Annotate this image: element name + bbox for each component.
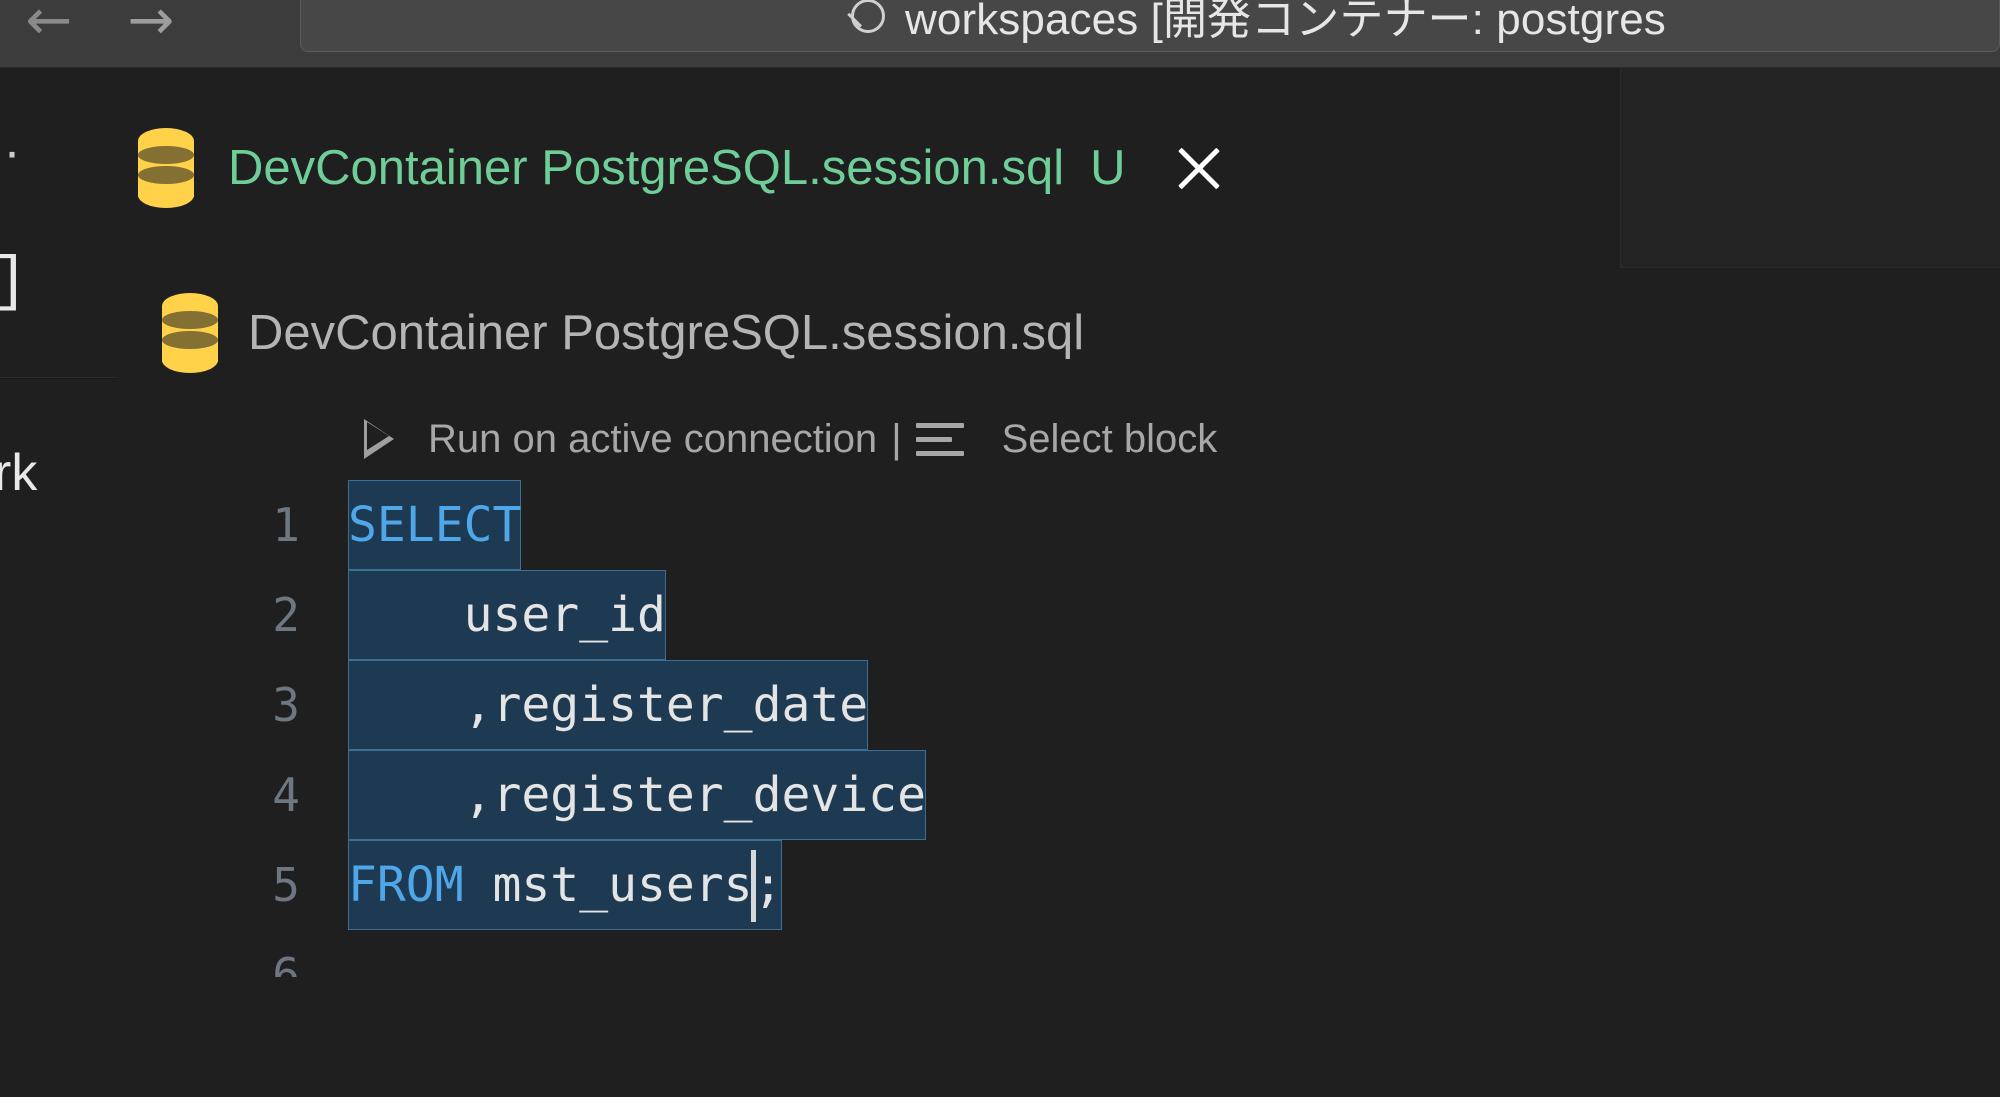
- code-line[interactable]: 1 SELECT: [116, 480, 2000, 570]
- code-line[interactable]: 5 FROM mst_users;: [116, 840, 2000, 930]
- code-lens-separator: |: [891, 417, 902, 461]
- code-line-content[interactable]: ,register_device: [348, 750, 2000, 840]
- code-line[interactable]: 4 ,register_device: [116, 750, 2000, 840]
- tab-dirty-indicator: U: [1090, 140, 1126, 195]
- code-lens-bar: Run on active connection | Select block: [116, 398, 2000, 480]
- editor-group: DevContainer PostgreSQL.session.sql U De…: [116, 68, 2000, 1097]
- code-token-identifier: ,register_date: [348, 677, 869, 733]
- tab-label: DevContainer PostgreSQL.session.sql: [228, 140, 1065, 195]
- sidebar-ellipsis-text: ··: [0, 123, 27, 181]
- code-token-keyword: SELECT: [348, 497, 522, 553]
- selection-highlight: user_id: [348, 570, 666, 660]
- database-icon: [162, 293, 218, 373]
- line-number: 5: [272, 858, 300, 912]
- vscode-window: ← → workspaces [開発コンテナー: postgres ·· ] r…: [0, 0, 2000, 1097]
- quick-input-bar[interactable]: workspaces [開発コンテナー: postgres: [300, 0, 2000, 52]
- sidebar: ·· ] rk: [0, 68, 116, 1097]
- arrow-right-icon[interactable]: →: [120, 0, 182, 52]
- code-line[interactable]: 3 ,register_date: [116, 660, 2000, 750]
- code-lens-run-label: Run on active connection: [428, 417, 878, 461]
- sidebar-section-upper: ·· ]: [0, 68, 116, 378]
- database-icon: [138, 128, 194, 208]
- play-icon: [364, 416, 408, 462]
- code-lens-select-block-label: Select block: [1001, 417, 1218, 461]
- title-bar: ← → workspaces [開発コンテナー: postgres: [0, 0, 2000, 68]
- editor-empty-space: [116, 977, 2000, 1097]
- code-token-identifier: mst_users: [463, 857, 753, 913]
- line-number: 4: [272, 768, 300, 822]
- sidebar-section-lower: rk: [0, 379, 116, 1097]
- code-line-content[interactable]: FROM mst_users;: [348, 840, 2000, 930]
- selection-highlight: SELECT: [348, 480, 522, 570]
- arrow-left-icon[interactable]: ←: [18, 0, 80, 52]
- line-number: 1: [272, 498, 300, 552]
- breadcrumb-item-file[interactable]: DevContainer PostgreSQL.session.sql: [162, 293, 1084, 373]
- window-title-text: workspaces [開発コンテナー: postgres: [905, 0, 1666, 44]
- code-lens-select-block-action[interactable]: Select block: [915, 417, 1218, 461]
- selection-highlight: ,register_device: [348, 750, 926, 840]
- selection-highlight: ,register_date: [348, 660, 869, 750]
- tab-bar: DevContainer PostgreSQL.session.sql U: [116, 68, 2000, 268]
- code-token-keyword: FROM: [348, 857, 464, 913]
- code-line[interactable]: 2 user_id: [116, 570, 2000, 660]
- breadcrumb: DevContainer PostgreSQL.session.sql: [116, 268, 2000, 398]
- code-editor[interactable]: 1 SELECT 2 user_id 3 ,register_date 4 ,regis…: [116, 480, 2000, 1097]
- tab-bar-empty-space: [1621, 68, 2000, 268]
- code-line-content[interactable]: user_id: [348, 570, 2000, 660]
- sidebar-bracket-text: ]: [0, 253, 28, 313]
- sidebar-partial-text: rk: [0, 444, 38, 502]
- tab-devcontainer-postgresql-session-sql[interactable]: DevContainer PostgreSQL.session.sql U: [116, 68, 1621, 268]
- search-icon: [841, 0, 887, 43]
- code-line-content[interactable]: ,register_date: [348, 660, 2000, 750]
- code-token-punctuation: ;: [753, 857, 783, 913]
- select-block-icon: [915, 419, 964, 459]
- breadcrumb-label: DevContainer PostgreSQL.session.sql: [248, 305, 1085, 360]
- text-cursor: [750, 850, 756, 922]
- code-token-identifier: ,register_device: [348, 767, 926, 823]
- close-icon[interactable]: [1166, 135, 1232, 201]
- line-number: 2: [272, 588, 300, 642]
- navigation-arrows: ← →: [18, 0, 182, 52]
- selection-highlight: FROM mst_users;: [348, 840, 783, 930]
- code-line-content[interactable]: SELECT: [348, 480, 2000, 570]
- code-lens-run-action[interactable]: Run on active connection: [364, 416, 877, 462]
- line-number: 3: [272, 678, 300, 732]
- code-token-identifier: user_id: [348, 587, 666, 643]
